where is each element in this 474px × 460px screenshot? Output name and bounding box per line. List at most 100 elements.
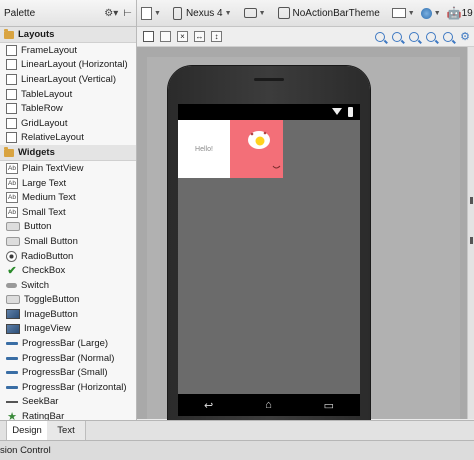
battery-icon	[348, 107, 353, 117]
palette-category-label: Widgets	[18, 147, 55, 159]
zoom-in-icon[interactable]	[409, 31, 420, 42]
toggle-layout-icon[interactable]	[143, 31, 154, 42]
settings-icon[interactable]: ⚙	[460, 30, 470, 43]
palette-item[interactable]: ProgressBar (Small)	[0, 365, 136, 380]
tab-text-label: Text	[57, 425, 75, 436]
folder-icon	[4, 146, 14, 157]
palette-item[interactable]: TableLayout	[0, 87, 136, 102]
device-frame: Hello! ↩ ⌂ ▭	[168, 66, 370, 426]
collapse-icon[interactable]: ⊢	[123, 8, 132, 19]
palette-item-label: LinearLayout (Horizontal)	[21, 59, 128, 71]
palette-item-label: Plain TextView	[22, 162, 84, 174]
ab-icon: Ab	[6, 206, 18, 218]
palette-item[interactable]: LinearLayout (Horizontal)	[0, 58, 136, 73]
palette-item[interactable]: LinearLayout (Vertical)	[0, 72, 136, 87]
button-icon	[6, 295, 20, 305]
palette-item[interactable]: ProgressBar (Large)	[0, 336, 136, 351]
palette-item[interactable]: GridLayout	[0, 116, 136, 131]
palette-item[interactable]: Small Button	[0, 234, 136, 249]
palette-item[interactable]: FrameLayout	[0, 43, 136, 58]
hello-textview[interactable]: Hello!	[178, 120, 230, 178]
palette-item-label: TableRow	[21, 103, 63, 115]
recents-icon: ▭	[323, 399, 335, 412]
box-icon	[6, 103, 17, 115]
grid-icon[interactable]	[160, 31, 171, 42]
tab-text[interactable]: Text	[47, 421, 86, 440]
palette-category-widgets[interactable]: Widgets	[0, 145, 136, 162]
editor-tabs: Design Text	[0, 420, 474, 441]
palette-item[interactable]: Switch	[0, 278, 136, 293]
switch-icon	[6, 282, 17, 288]
palette-item-label: ProgressBar (Large)	[22, 338, 109, 350]
palette-category-layouts[interactable]: Layouts	[0, 27, 136, 43]
radio-icon	[6, 250, 17, 262]
palette-category-label: Layouts	[18, 29, 55, 40]
palette-item[interactable]: ProgressBar (Normal)	[0, 351, 136, 366]
palette-item[interactable]: ImageView	[0, 322, 136, 337]
device-label: Nexus 4	[185, 7, 223, 19]
device-screen[interactable]: Hello! ↩ ⌂ ▭	[178, 104, 360, 416]
zoom-actual-icon[interactable]	[392, 31, 403, 42]
palette-header: Palette ⚙▾ ⊢	[0, 0, 136, 27]
gear-icon[interactable]: ⚙▾	[104, 8, 118, 19]
palette-item[interactable]: Ab Large Text	[0, 176, 136, 191]
image-icon	[6, 323, 20, 334]
speaker	[254, 78, 284, 81]
fit-height-icon[interactable]: ↕	[211, 31, 222, 42]
palette-item-label: ImageButton	[24, 308, 78, 320]
progress-icon	[6, 371, 18, 375]
palette-item[interactable]: SeekBar	[0, 395, 136, 410]
globe-icon	[420, 7, 432, 19]
theme-label: NoActionBarTheme	[292, 7, 380, 19]
palette-item[interactable]: ✔ CheckBox	[0, 263, 136, 278]
palette-item-label: Switch	[21, 279, 49, 291]
right-strip-marker	[470, 237, 473, 244]
palette-item[interactable]: Ab Medium Text	[0, 190, 136, 205]
fit-width-icon[interactable]: ↔	[194, 31, 205, 42]
progress-icon	[6, 342, 18, 346]
palette-item[interactable]: ImageButton	[0, 307, 136, 322]
palette-item[interactable]: Button	[0, 220, 136, 235]
palette-item[interactable]: TableRow	[0, 101, 136, 116]
locale-dropdown[interactable]: ▼	[420, 7, 441, 19]
orientation-dropdown[interactable]: ▼	[243, 8, 266, 18]
api-level-dropdown[interactable]: 🤖 19▼	[447, 6, 474, 20]
palette-list: Layouts FrameLayout LinearLayout (Horizont…	[0, 27, 136, 424]
palette-item-label: ImageView	[24, 323, 71, 335]
close-box-icon[interactable]: ×	[177, 31, 188, 42]
box-icon	[6, 117, 17, 129]
palette-item-label: ProgressBar (Horizontal)	[22, 381, 127, 393]
box-icon	[6, 132, 17, 144]
device-icon	[172, 6, 182, 20]
palette-item[interactable]: Ab Small Text	[0, 205, 136, 220]
activity-dropdown[interactable]: ▼	[391, 8, 415, 18]
layout-file-dropdown[interactable]: ▼	[141, 6, 161, 20]
orientation-icon	[243, 8, 257, 18]
back-icon: ↩	[203, 399, 214, 412]
palette-item-label: Large Text	[22, 177, 67, 189]
imageview-preview[interactable]	[230, 120, 283, 178]
theme-dropdown[interactable]: NoActionBarTheme	[277, 7, 380, 19]
version-control-bar[interactable]: sion Control	[0, 440, 474, 460]
progress-icon	[6, 356, 18, 360]
zoom-out-icon[interactable]	[426, 31, 437, 42]
folder-icon	[4, 28, 14, 39]
palette-item-label: ProgressBar (Small)	[22, 367, 108, 379]
progress-icon	[6, 385, 18, 389]
palette-item[interactable]: RadioButton	[0, 249, 136, 264]
palette-item[interactable]: RelativeLayout	[0, 131, 136, 146]
api-level-label: 19	[461, 7, 473, 19]
tab-design[interactable]: Design	[6, 421, 48, 440]
palette-item[interactable]: ToggleButton	[0, 293, 136, 308]
box-icon	[6, 88, 17, 100]
palette-item[interactable]: ProgressBar (Horizontal)	[0, 380, 136, 395]
refresh-icon[interactable]	[443, 31, 454, 42]
box-icon	[6, 59, 17, 71]
device-dropdown[interactable]: Nexus 4 ▼	[172, 6, 232, 20]
hello-text: Hello!	[195, 145, 213, 153]
button-icon	[6, 222, 20, 232]
palette-item[interactable]: Ab Plain TextView	[0, 161, 136, 176]
zoom-fit-icon[interactable]	[375, 31, 386, 42]
palette-item-label: RelativeLayout	[21, 132, 84, 144]
wifi-icon	[332, 108, 342, 115]
